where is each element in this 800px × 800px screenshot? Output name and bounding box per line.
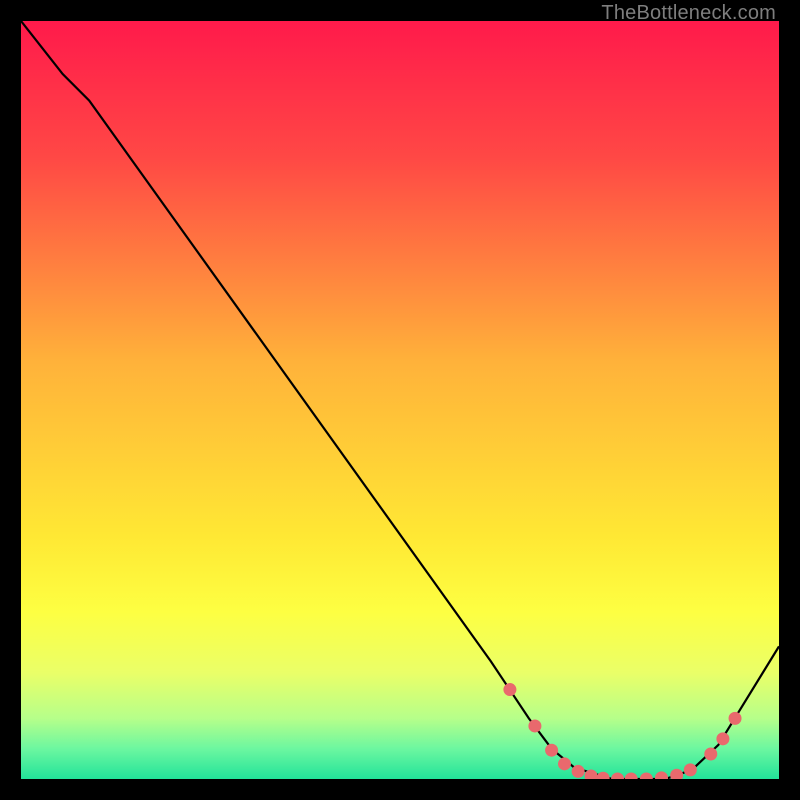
gradient-background — [21, 21, 779, 779]
curve-marker — [503, 683, 516, 696]
bottleneck-curve-chart — [21, 21, 779, 779]
chart-frame — [21, 21, 779, 779]
attribution-label: TheBottleneck.com — [601, 2, 776, 25]
curve-marker — [684, 763, 697, 776]
curve-marker — [558, 757, 571, 770]
curve-marker — [716, 732, 729, 745]
curve-marker — [572, 765, 585, 778]
curve-marker — [729, 712, 742, 725]
curve-marker — [545, 744, 558, 757]
curve-marker — [704, 747, 717, 760]
curve-marker — [528, 719, 541, 732]
